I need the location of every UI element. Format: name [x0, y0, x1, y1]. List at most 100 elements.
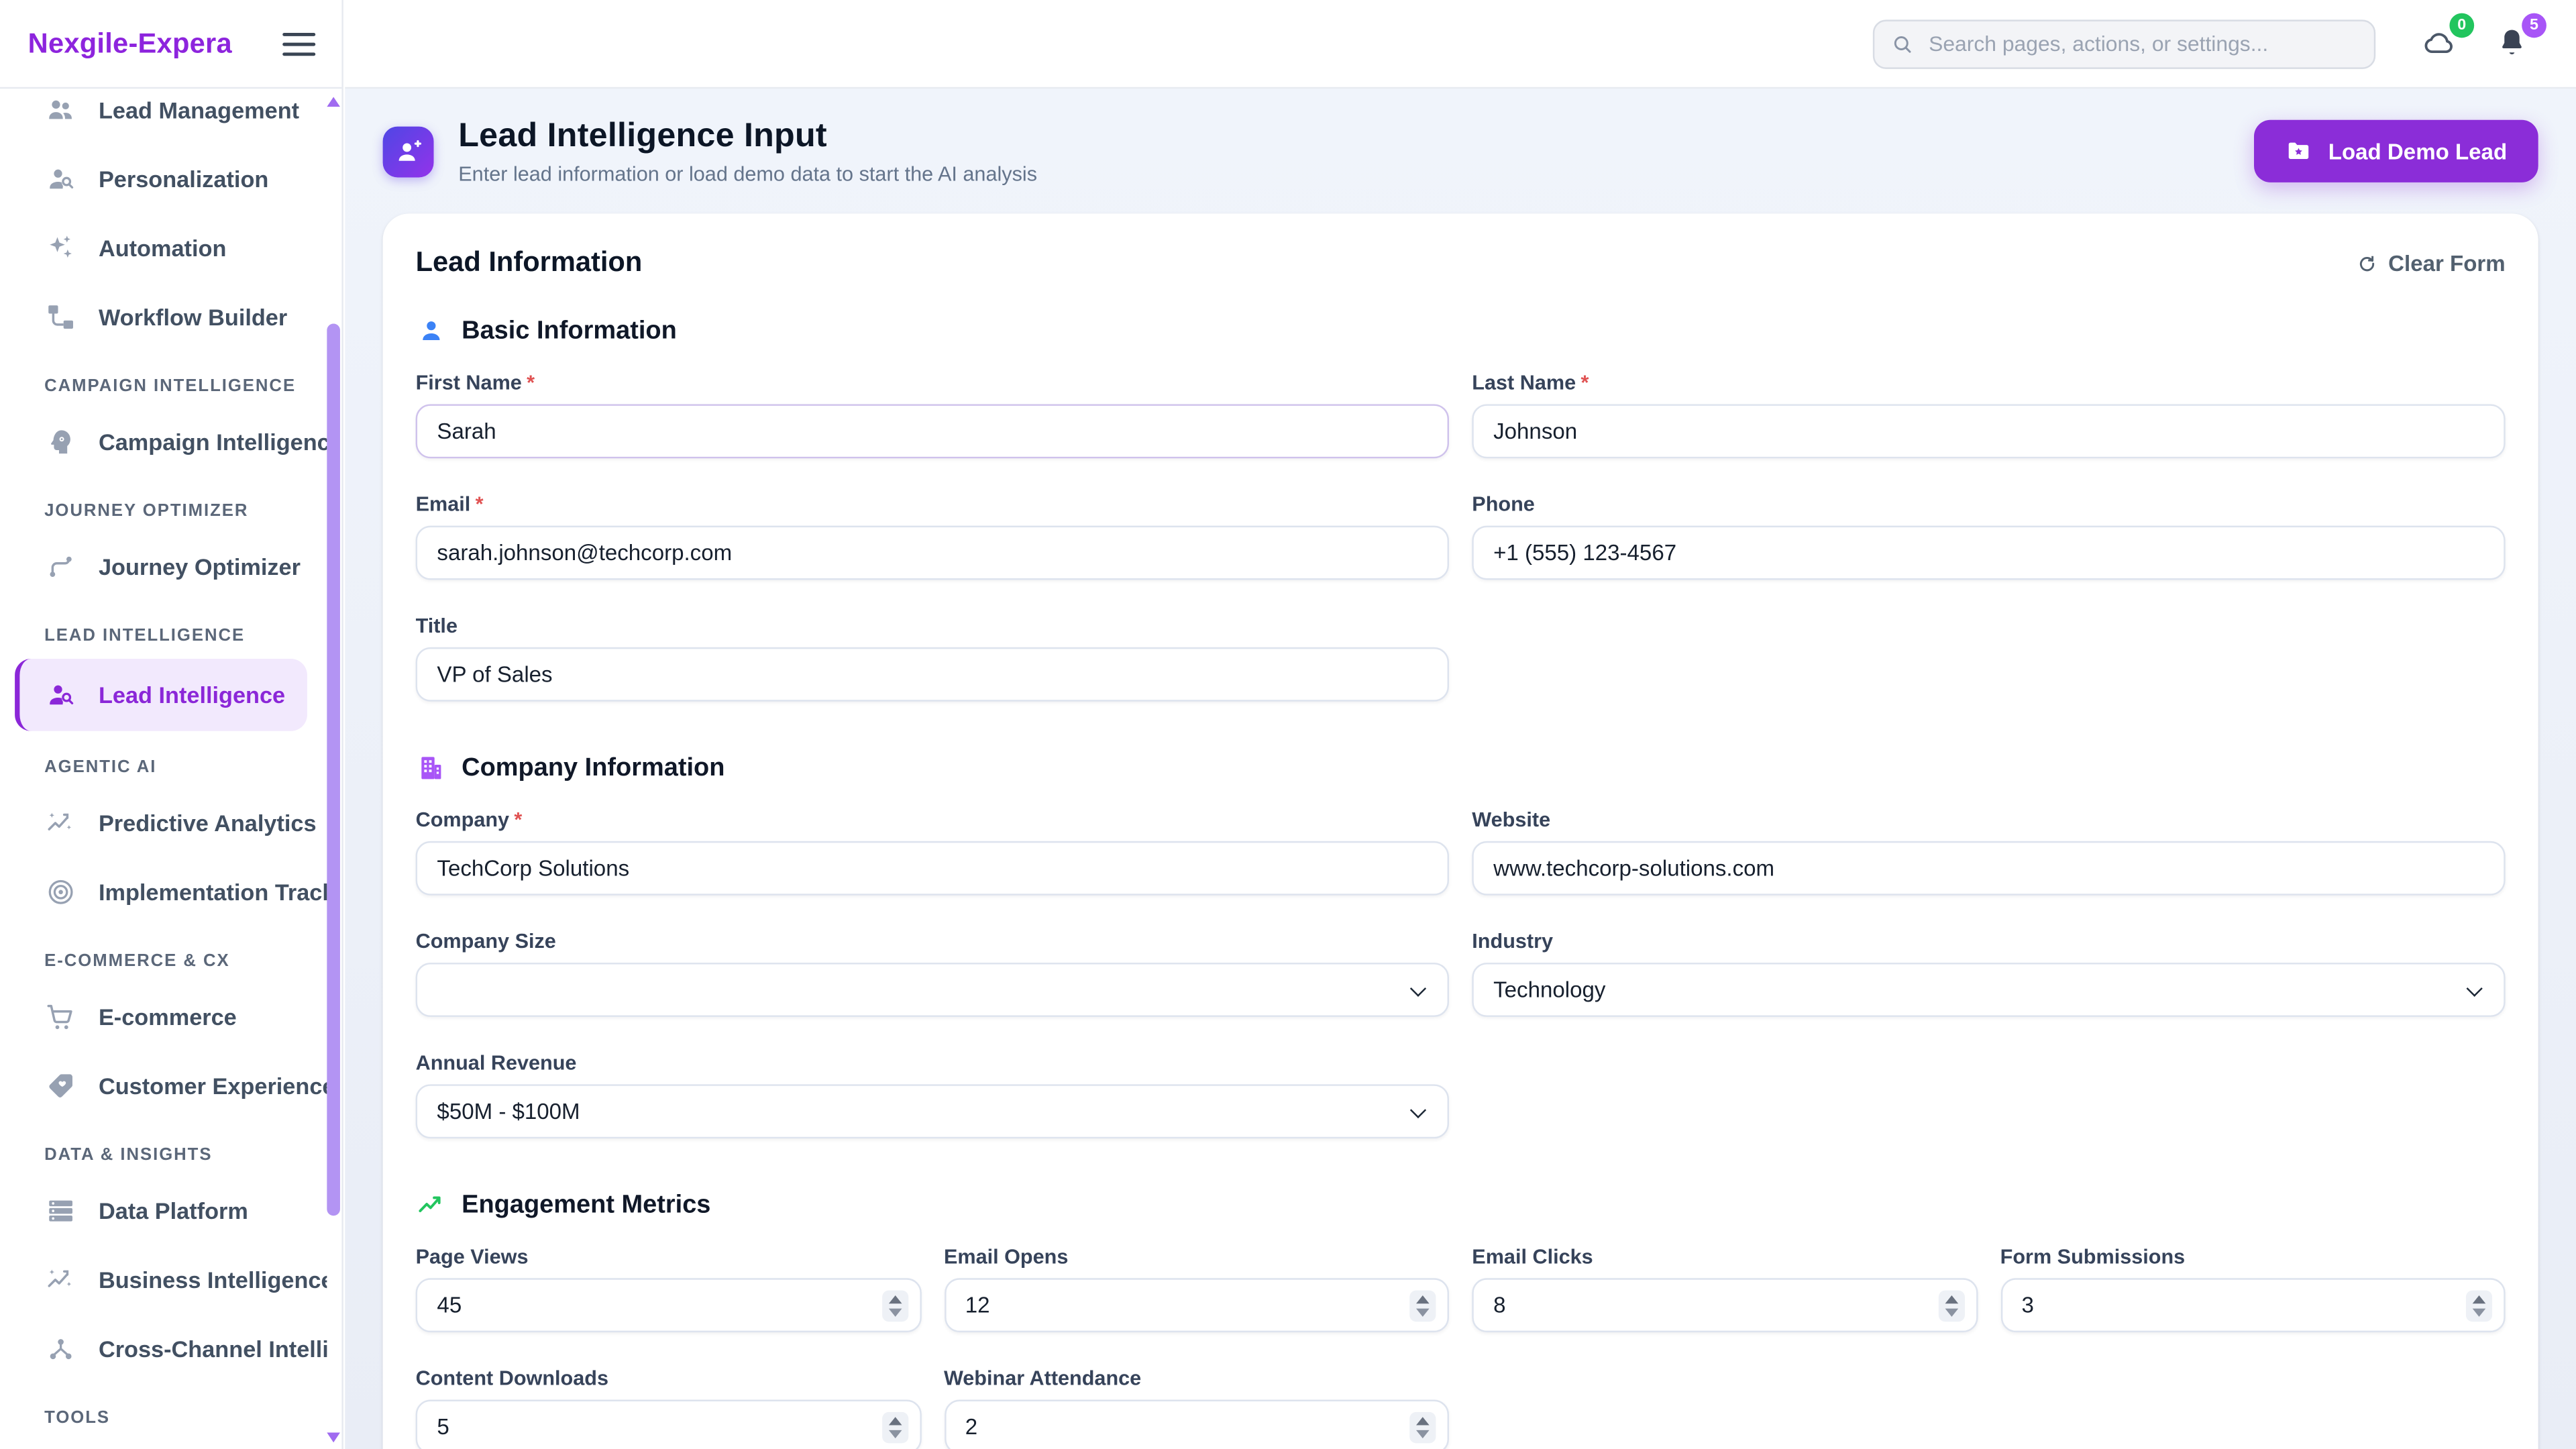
search-input[interactable]: [1872, 19, 2376, 68]
sidebar-section-ecommerce-cx: E-COMMERCE & CX: [44, 951, 230, 971]
page-views-field: Page Views: [415, 1245, 921, 1333]
number-stepper[interactable]: [1409, 1289, 1436, 1321]
sidebar-item-label: Business Intelligence: [98, 1267, 327, 1293]
sidebar-item-lead-management[interactable]: Lead Management: [0, 91, 327, 143]
stepper-up-icon[interactable]: [888, 1416, 902, 1425]
stepper-down-icon[interactable]: [888, 1307, 902, 1316]
clear-form-label: Clear Form: [2388, 250, 2506, 276]
company-field: Company *: [415, 808, 1450, 896]
sidebar-item-implementation-tracker[interactable]: Implementation Track...: [0, 859, 327, 925]
card-header: Lead Information Clear Form: [416, 246, 2506, 279]
number-stepper[interactable]: [881, 1289, 908, 1321]
email-opens-field: Email Opens: [943, 1245, 1450, 1333]
webinar-attendance-input[interactable]: [943, 1399, 1450, 1449]
person-add-icon: [382, 125, 434, 177]
stepper-down-icon[interactable]: [888, 1429, 902, 1438]
page-views-input[interactable]: [415, 1278, 921, 1333]
email-opens-label: Email Opens: [943, 1245, 1069, 1269]
section-title: Basic Information: [462, 316, 677, 345]
sidebar-item-personalization[interactable]: Personalization: [0, 146, 327, 212]
sidebar-item-data-platform[interactable]: Data Platform: [0, 1178, 327, 1244]
stepper-up-icon[interactable]: [1416, 1294, 1430, 1303]
phone-input[interactable]: [1472, 525, 2506, 580]
company-input[interactable]: [415, 841, 1450, 896]
trend-sparkle-icon: [44, 1263, 77, 1296]
sidebar-item-label: E-commerce: [98, 1004, 237, 1030]
engagement-metrics-header: Engagement Metrics: [416, 1189, 2506, 1221]
company-size-label: Company Size: [415, 930, 556, 953]
email-input[interactable]: [415, 525, 1450, 580]
scroll-down-arrow-icon[interactable]: [327, 1432, 340, 1443]
page-title: Lead Intelligence Input: [458, 116, 827, 155]
industry-select[interactable]: Technology: [1472, 963, 2506, 1017]
sidebar-item-label: Data Platform: [98, 1197, 248, 1224]
industry-field: Industry Technology: [1472, 930, 2506, 1017]
scroll-up-arrow-icon[interactable]: [327, 97, 340, 107]
trending-up-icon: [419, 1196, 441, 1212]
last-name-field: Last Name *: [1472, 371, 2506, 459]
last-name-label: Last Name *: [1472, 371, 1589, 394]
sidebar-item-customer-experience[interactable]: Customer Experience: [0, 1053, 327, 1119]
chevron-down-icon: [2466, 980, 2483, 997]
load-demo-lead-button[interactable]: Load Demo Lead: [2254, 119, 2538, 182]
title-label: Title: [415, 614, 458, 638]
sidebar-item-cross-channel-intelligence[interactable]: Cross-Channel Intellig...: [0, 1316, 327, 1382]
email-opens-input[interactable]: [943, 1278, 1450, 1333]
sidebar-scrollbar[interactable]: [327, 94, 340, 1446]
stepper-down-icon[interactable]: [1416, 1307, 1430, 1316]
number-stepper[interactable]: [1409, 1411, 1436, 1443]
stepper-down-icon[interactable]: [2472, 1307, 2486, 1316]
annual-revenue-field: Annual Revenue $50M - $100M: [415, 1051, 1450, 1139]
sidebar-item-label: Customer Experience: [98, 1073, 327, 1099]
company-size-select[interactable]: [415, 963, 1450, 1017]
page-header: Lead Intelligence Input Enter lead infor…: [345, 89, 2576, 186]
title-field: Title: [415, 614, 1450, 702]
search-icon: [1894, 35, 1911, 52]
trend-sparkle-icon: [44, 806, 77, 839]
sidebar-item-journey-optimizer[interactable]: Journey Optimizer: [0, 534, 327, 600]
email-clicks-input[interactable]: [1472, 1278, 1978, 1333]
phone-field: Phone: [1472, 493, 2506, 580]
sidebar-item-lead-intelligence[interactable]: Lead Intelligence: [15, 659, 307, 731]
title-input[interactable]: [415, 647, 1450, 702]
sidebar-item-label: Lead Management: [98, 97, 300, 123]
stepper-up-icon[interactable]: [888, 1294, 902, 1303]
section-title: Engagement Metrics: [462, 1190, 711, 1218]
stepper-up-icon[interactable]: [1416, 1416, 1430, 1425]
hamburger-menu-icon[interactable]: [282, 32, 316, 56]
main-content: Lead Intelligence Input Enter lead infor…: [345, 89, 2576, 1449]
stepper-down-icon[interactable]: [1944, 1307, 1957, 1316]
sidebar-scrollbar-thumb[interactable]: [327, 323, 340, 1216]
sidebar-item-workflow-builder[interactable]: Workflow Builder: [0, 284, 327, 350]
first-name-input[interactable]: [415, 404, 1450, 459]
number-stepper[interactable]: [1937, 1289, 1964, 1321]
sidebar-item-label: Implementation Track...: [98, 879, 327, 906]
notifications-button[interactable]: 5: [2494, 12, 2546, 64]
sidebar-section-campaign-intelligence: CAMPAIGN INTELLIGENCE: [44, 376, 297, 396]
sidebar-item-business-intelligence[interactable]: Business Intelligence: [0, 1247, 327, 1313]
stepper-down-icon[interactable]: [1416, 1429, 1430, 1438]
last-name-input[interactable]: [1472, 404, 2506, 459]
sidebar-item-predictive-analytics[interactable]: Predictive Analytics: [0, 790, 327, 856]
content-downloads-label: Content Downloads: [415, 1366, 609, 1390]
number-stepper[interactable]: [2465, 1289, 2493, 1321]
sidebar-item-label: Workflow Builder: [98, 304, 288, 331]
stepper-up-icon[interactable]: [2472, 1294, 2486, 1303]
section-title: Company Information: [462, 753, 725, 782]
sidebar-item-ecommerce[interactable]: E-commerce: [0, 984, 327, 1050]
sidebar-item-campaign-intelligence[interactable]: Campaign Intelligence: [0, 409, 327, 475]
form-submissions-input[interactable]: [2000, 1278, 2506, 1333]
annual-revenue-select[interactable]: $50M - $100M: [415, 1084, 1450, 1139]
sidebar-section-lead-intelligence: LEAD INTELLIGENCE: [44, 626, 246, 646]
industry-label: Industry: [1472, 930, 1554, 953]
website-field: Website: [1472, 808, 2506, 896]
stepper-up-icon[interactable]: [1944, 1294, 1957, 1303]
sparkles-icon: [44, 231, 77, 264]
sidebar-item-automation[interactable]: Automation: [0, 215, 327, 281]
clear-form-button[interactable]: Clear Form: [2354, 250, 2506, 275]
sync-status-button[interactable]: 0: [2422, 12, 2475, 64]
number-stepper[interactable]: [881, 1411, 908, 1443]
app-window: Nexgile-Expera Lead Management Personali…: [0, 0, 2576, 1449]
content-downloads-input[interactable]: [415, 1399, 921, 1449]
website-input[interactable]: [1472, 841, 2506, 896]
